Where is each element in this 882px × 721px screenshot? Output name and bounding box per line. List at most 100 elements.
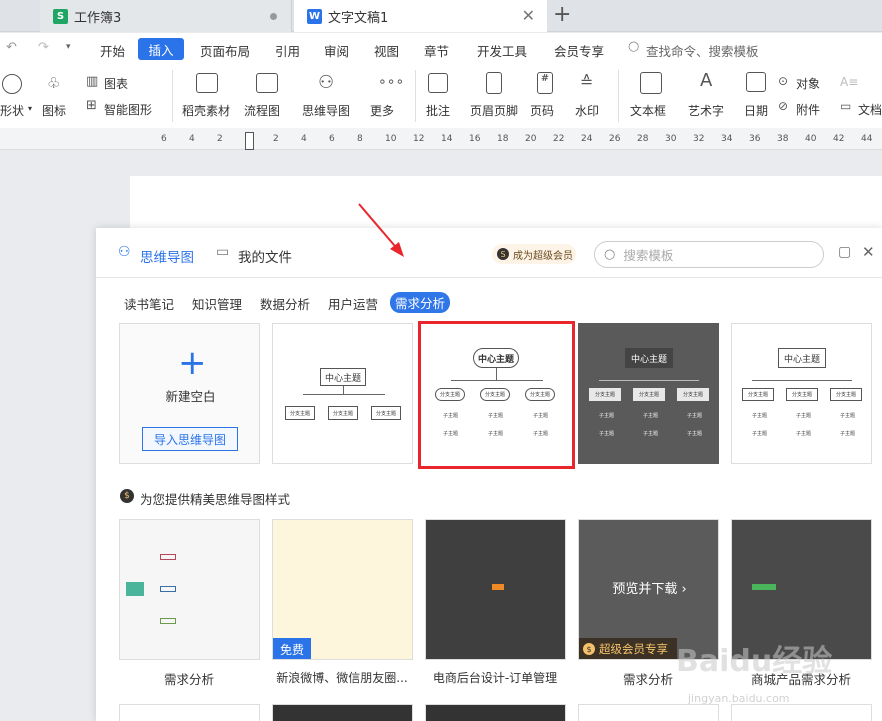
watermark-icon: ≙ bbox=[580, 72, 594, 91]
close-icon[interactable]: ✕ bbox=[522, 6, 535, 25]
center-node: 中心主题 bbox=[320, 368, 366, 386]
text-field-icon: A≡ bbox=[840, 75, 859, 89]
wordart-icon: A bbox=[700, 70, 713, 91]
menu-view[interactable]: 视图 bbox=[374, 41, 399, 60]
super-vip-label: 超级会员专享 bbox=[599, 642, 668, 656]
ruler-tick-label: 42 bbox=[833, 134, 845, 144]
redo-icon[interactable]: ↷ bbox=[38, 40, 49, 55]
preview-download-button[interactable]: 预览并下载 › bbox=[579, 578, 718, 597]
ribbon-document[interactable]: 文档 bbox=[858, 101, 882, 118]
template-card-selected[interactable]: 中心主题 分支主题 分支主题 分支主题 子主题 子主题 子主题 子主题 子主题 … bbox=[418, 321, 575, 469]
gallery-label[interactable]: 电商后台设计-订单管理 bbox=[425, 669, 565, 686]
ribbon-date[interactable]: 日期 bbox=[744, 102, 768, 119]
menu-start[interactable]: 开始 bbox=[100, 41, 125, 60]
gallery-card[interactable] bbox=[425, 519, 566, 660]
sub-node: 子主题 bbox=[533, 431, 549, 437]
ribbon-textbox[interactable]: 文本框 bbox=[630, 102, 666, 119]
template-card-dark[interactable]: 中心主题 分支主题 分支主题 分支主题 子主题 子主题 子主题 子主题 子主题 … bbox=[578, 323, 719, 464]
undo-icon[interactable]: ↶ bbox=[6, 40, 17, 55]
ribbon-watermark[interactable]: 水印 bbox=[575, 102, 599, 119]
vip-button[interactable]: S 成为超级会员 bbox=[492, 244, 576, 264]
ribbon-page-number[interactable]: 页码 bbox=[530, 102, 554, 119]
new-tab-button[interactable]: + bbox=[553, 2, 571, 27]
ribbon-more[interactable]: 更多 bbox=[370, 102, 394, 119]
branch-node: 分支主题 bbox=[328, 406, 358, 420]
template-search-input[interactable]: ○ 搜索模板 bbox=[594, 241, 824, 268]
gallery-card[interactable] bbox=[119, 519, 260, 660]
ribbon-flowchart[interactable]: 流程图 bbox=[244, 102, 280, 119]
gallery-label[interactable]: 新浪微博、微信朋友圈... bbox=[272, 669, 412, 686]
ruler-tick-label: 2 bbox=[217, 134, 223, 144]
document-page[interactable] bbox=[130, 176, 882, 236]
template-card[interactable]: 中心主题 分支主题 分支主题 分支主题 bbox=[272, 323, 413, 464]
connector bbox=[343, 386, 344, 394]
preview-label: 预览并下载 bbox=[612, 582, 678, 597]
free-badge: 免费 bbox=[273, 638, 311, 659]
gallery-card[interactable] bbox=[119, 704, 260, 721]
ribbon-docer[interactable]: 稻壳素材 bbox=[182, 102, 230, 119]
ribbon-mindmap[interactable]: 思维导图 bbox=[302, 102, 350, 119]
sub-node: 子主题 bbox=[643, 431, 659, 437]
menu-page-layout[interactable]: 页面布局 bbox=[200, 41, 250, 60]
gallery-card[interactable]: 免费 bbox=[272, 519, 413, 660]
vip-icon: $ bbox=[583, 643, 595, 655]
menu-member[interactable]: 会员专享 bbox=[554, 41, 604, 60]
chat-icon[interactable]: ▢ bbox=[838, 244, 851, 260]
divider bbox=[96, 277, 882, 278]
ruler-tick-label: 28 bbox=[637, 134, 649, 144]
menu-chapter[interactable]: 章节 bbox=[424, 41, 449, 60]
thumbnail-node bbox=[492, 584, 504, 590]
menu-dev-tools[interactable]: 开发工具 bbox=[477, 41, 527, 60]
more-icon: ∘∘∘ bbox=[378, 74, 405, 90]
ribbon-object[interactable]: 对象 bbox=[796, 75, 820, 92]
connector bbox=[451, 380, 543, 381]
category-requirements[interactable]: 需求分析 bbox=[390, 292, 450, 313]
category-user-ops[interactable]: 用户运营 bbox=[328, 294, 378, 313]
menu-insert[interactable]: 插入 bbox=[138, 38, 184, 60]
ribbon-smartart[interactable]: 智能图形 bbox=[104, 101, 152, 118]
chevron-down-icon[interactable]: ▾ bbox=[66, 42, 71, 52]
tab-workbook[interactable]: S 工作簿3 bbox=[40, 0, 292, 32]
category-knowledge[interactable]: 知识管理 bbox=[192, 294, 242, 313]
thumbnail-node bbox=[126, 582, 144, 596]
gallery-card[interactable] bbox=[731, 704, 872, 721]
indent-marker-icon[interactable] bbox=[245, 132, 254, 150]
branch-node: 分支主题 bbox=[435, 388, 465, 401]
gallery-card[interactable] bbox=[425, 704, 566, 721]
category-data-analysis[interactable]: 数据分析 bbox=[260, 294, 310, 313]
unsaved-dot-icon bbox=[270, 13, 277, 20]
menu-reference[interactable]: 引用 bbox=[275, 41, 300, 60]
ribbon-icons[interactable]: 图标 bbox=[42, 102, 66, 119]
template-card[interactable]: 中心主题 分支主题 分支主题 分支主题 子主题 子主题 子主题 子主题 子主题 … bbox=[731, 323, 872, 464]
sub-node: 子主题 bbox=[599, 413, 615, 419]
ribbon-shape[interactable]: 形状 bbox=[0, 102, 24, 119]
chart-icon: ▥ bbox=[86, 74, 99, 89]
ribbon-wordart[interactable]: 艺术字 bbox=[688, 102, 724, 119]
branch-node: 分支主题 bbox=[589, 388, 621, 401]
sub-node: 子主题 bbox=[687, 431, 703, 437]
ribbon-attachment[interactable]: 附件 bbox=[796, 101, 820, 118]
ruler-tick-label: 24 bbox=[581, 134, 593, 144]
my-files-link[interactable]: 我的文件 bbox=[238, 246, 292, 266]
header-footer-icon bbox=[486, 72, 502, 94]
ruler-tick-label: 26 bbox=[609, 134, 621, 144]
menu-review[interactable]: 审阅 bbox=[324, 41, 349, 60]
close-icon[interactable]: ✕ bbox=[862, 243, 875, 261]
gallery-label[interactable]: 需求分析 bbox=[119, 669, 259, 688]
ribbon-chart[interactable]: 图表 bbox=[104, 75, 128, 92]
category-reading-notes[interactable]: 读书笔记 bbox=[124, 294, 174, 313]
ruler-tick-label: 22 bbox=[553, 134, 565, 144]
gallery-card[interactable] bbox=[578, 704, 719, 721]
ribbon-comment[interactable]: 批注 bbox=[426, 102, 450, 119]
gallery-card[interactable] bbox=[272, 704, 413, 721]
import-button[interactable]: 导入思维导图 bbox=[142, 427, 238, 451]
center-node: 中心主题 bbox=[778, 348, 826, 368]
ruler-tick-label: 36 bbox=[749, 134, 761, 144]
ribbon-header-footer[interactable]: 页眉页脚 bbox=[470, 102, 518, 119]
new-blank-card[interactable]: + 新建空白 导入思维导图 bbox=[119, 323, 260, 464]
dialog-title[interactable]: 思维导图 bbox=[140, 246, 194, 266]
tab-label: 工作簿3 bbox=[74, 10, 122, 26]
command-search[interactable]: 查找命令、搜索模板 bbox=[646, 41, 759, 60]
ruler-tick-label: 44 bbox=[861, 134, 873, 144]
tab-document[interactable]: W 文字文稿1 ✕ bbox=[294, 0, 547, 32]
